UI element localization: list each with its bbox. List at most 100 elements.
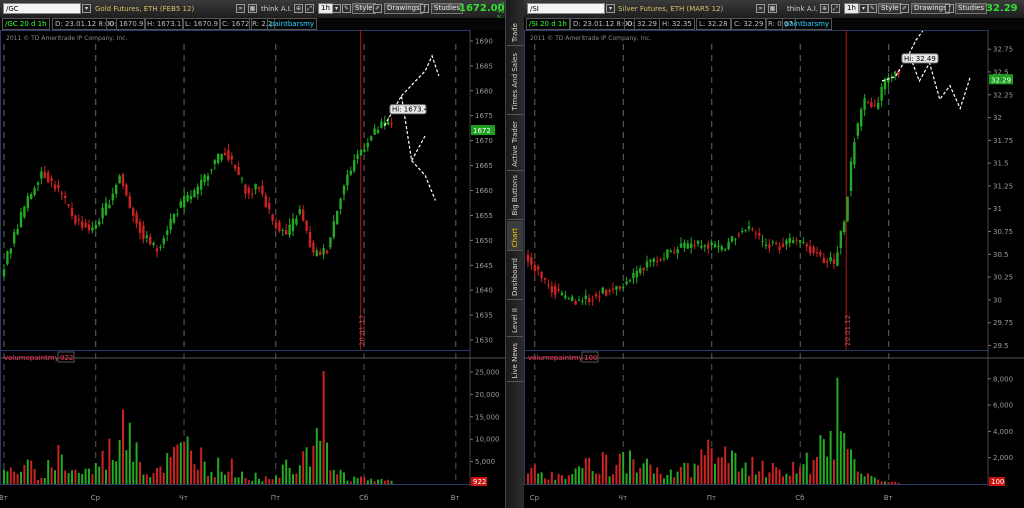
candle-body [822, 257, 825, 264]
candle-body [734, 239, 737, 241]
expand-icon[interactable]: ⤢ [831, 4, 840, 13]
tab-dashboard[interactable]: Dashboard [507, 252, 523, 300]
volume-bar [707, 439, 710, 484]
volume-bar [149, 477, 152, 484]
volume-bar [251, 480, 254, 484]
symbol-input[interactable]: /GC [3, 3, 81, 14]
candle-body [707, 244, 710, 249]
candle-body [669, 250, 672, 253]
volume-tick-label: 10,000 [475, 436, 500, 444]
candle-body [149, 236, 152, 245]
study-label[interactable]: paintbarsmy [267, 18, 318, 30]
volume-bar [829, 430, 832, 484]
grid-icon[interactable]: ▦ [248, 4, 257, 13]
tab-chart[interactable]: Chart [507, 221, 523, 251]
candle-body [856, 123, 859, 136]
style-icon[interactable]: ✎ [342, 4, 351, 13]
candle-body [240, 178, 244, 180]
price-tick-label: 32.25 [993, 91, 1013, 99]
candle-body [870, 102, 873, 107]
volume-bar [567, 475, 570, 484]
candle-body [533, 265, 536, 272]
candle-body [761, 241, 764, 243]
candle-body [574, 300, 577, 305]
candle-body [554, 285, 557, 295]
drawings-icon[interactable]: ✐ [373, 4, 382, 13]
tab-live-news[interactable]: Live News [507, 338, 523, 382]
candle-body [741, 231, 744, 233]
candle-body [23, 206, 26, 217]
candle-body [91, 227, 94, 231]
drawings-button[interactable]: Drawings [911, 3, 950, 14]
tab-level-ii[interactable]: Level II [507, 301, 523, 337]
tab-label: Chart [511, 227, 519, 247]
expand-icon[interactable]: ⤢ [305, 4, 314, 13]
studies-icon[interactable]: ƒ [945, 4, 954, 13]
candle-body [877, 102, 880, 109]
candle-body [571, 296, 574, 302]
candle-body [213, 160, 216, 164]
candle-body [781, 243, 785, 248]
volume-bar [258, 478, 260, 484]
current-price-text: 32.29 [991, 76, 1011, 84]
tab-big-buttons[interactable]: Big Buttons [507, 172, 523, 220]
candle-body [47, 172, 50, 183]
studies-icon[interactable]: ƒ [420, 4, 429, 13]
zoom-icon[interactable]: ⊕ [294, 4, 303, 13]
candle-body [104, 202, 108, 215]
candle-body [526, 254, 530, 262]
period-button[interactable]: 1h [318, 3, 333, 14]
chevron-down-icon[interactable]: ▾ [82, 4, 91, 13]
volume-bar [108, 438, 111, 484]
style-icon[interactable]: ✎ [868, 4, 877, 13]
candle-body [659, 259, 662, 261]
symbol-input[interactable]: /SI [527, 3, 605, 14]
volume-bar [281, 464, 284, 484]
candle-body [179, 201, 182, 208]
volume-bar [326, 442, 328, 484]
style-button[interactable]: Style [878, 3, 902, 14]
grid-icon[interactable]: ▦ [768, 4, 777, 13]
candle-body [594, 294, 598, 297]
chart-symbol-period[interactable]: /GC 20 d 1h [2, 18, 50, 30]
period-button[interactable]: 1h [844, 3, 859, 14]
tab-times-and-sales[interactable]: Times And Sales [507, 47, 523, 115]
chevron-down-icon[interactable]: ▾ [606, 4, 615, 13]
volume-bar [877, 479, 880, 484]
think-ai-button[interactable]: think A.I. [787, 4, 818, 14]
candle-body [40, 171, 43, 179]
volume-bar [54, 470, 56, 484]
gold-chart[interactable]: 2011 © TD Ameritrade IP Company, Inc. 20.… [0, 30, 505, 508]
candle-body [795, 239, 798, 241]
bar-open: O: 32.29 [624, 18, 661, 30]
volume-bar [329, 470, 332, 484]
study-label[interactable]: paintbarsmy [782, 18, 833, 30]
candle-body [853, 141, 856, 165]
volume-bar [173, 447, 175, 484]
candle-body [560, 292, 564, 296]
chevron-down-icon[interactable]: ▾ [859, 4, 868, 13]
link-icon[interactable]: ∞ [756, 4, 765, 13]
chevron-down-icon[interactable]: ▾ [332, 4, 341, 13]
zoom-icon[interactable]: ⊕ [820, 4, 829, 13]
drawings-icon[interactable]: ✐ [900, 4, 909, 13]
volume-bar [843, 433, 846, 484]
volume-bar [744, 462, 747, 484]
tab-active-trader[interactable]: Active Trader [507, 116, 523, 171]
silver-chart[interactable]: 2011 © TD Ameritrade IP Company, Inc. 20.… [524, 30, 1024, 508]
volume-bar [20, 471, 22, 484]
volume-bar [176, 444, 179, 484]
volume-bar [571, 474, 574, 484]
think-ai-button[interactable]: think A.I. [261, 4, 292, 14]
candle-body [373, 128, 376, 135]
volume-bar [179, 442, 182, 484]
tab-trade[interactable]: Trade [507, 20, 523, 46]
drawings-button[interactable]: Drawings [384, 3, 423, 14]
volume-bar [802, 464, 805, 484]
link-icon[interactable]: ∞ [236, 4, 245, 13]
day-label: Сб [359, 494, 368, 502]
studies-button[interactable]: Studies [955, 3, 987, 14]
volume-bar [319, 440, 322, 484]
chart-symbol-period[interactable]: /SI 20 d 1h [526, 18, 570, 30]
volume-bar [366, 480, 369, 484]
